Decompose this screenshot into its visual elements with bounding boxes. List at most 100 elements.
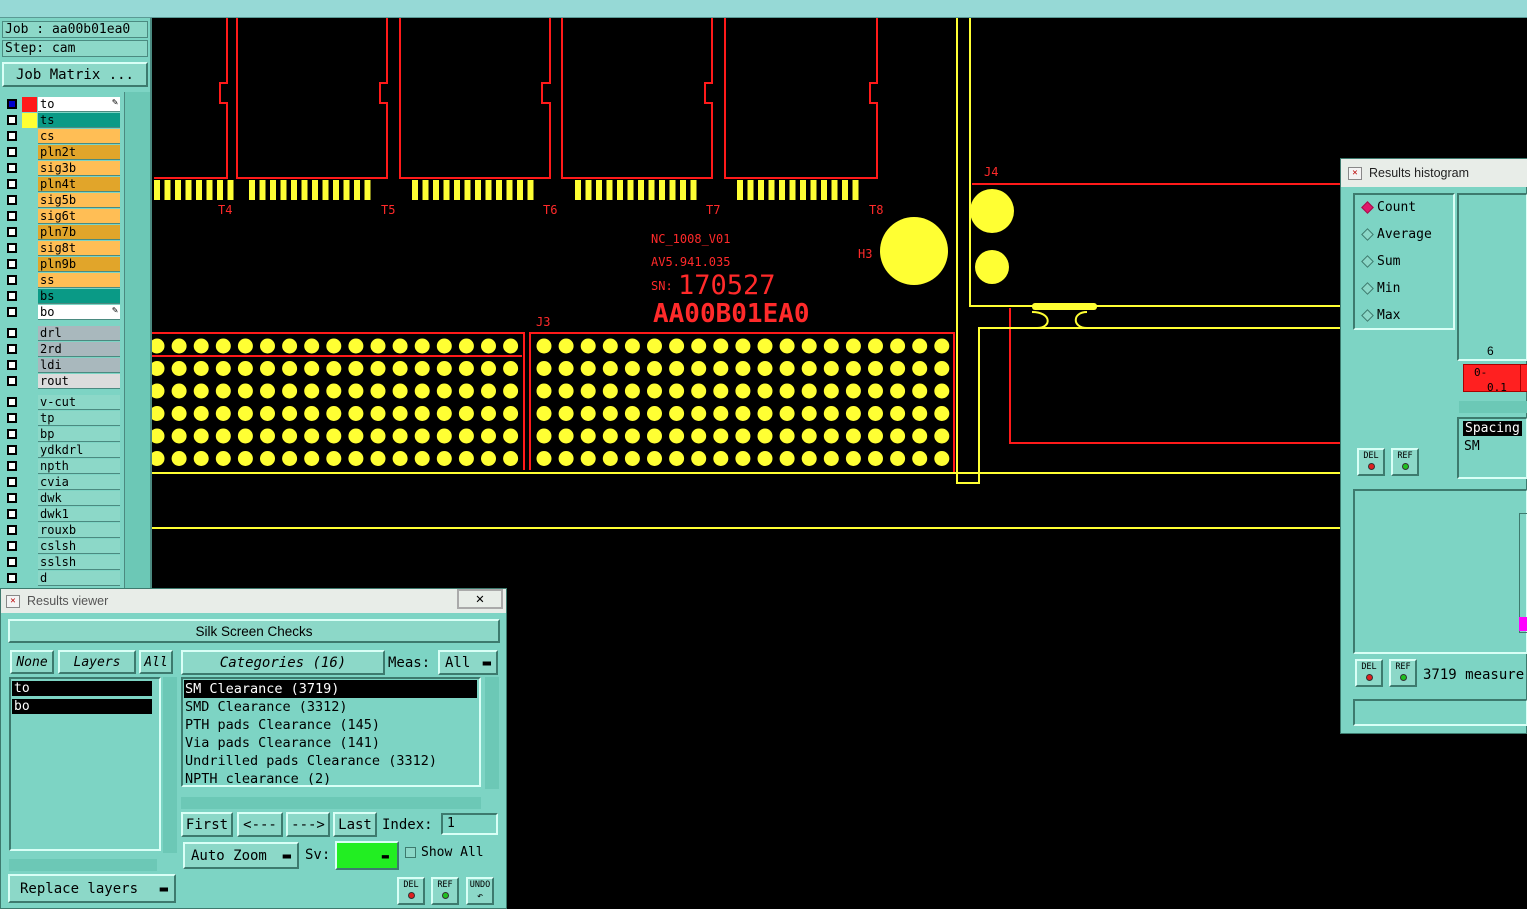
replace-layers-dropdown[interactable]: Replace layers ▬ <box>8 874 176 903</box>
category-list-scrollbar[interactable] <box>485 677 499 789</box>
affected-indicator[interactable] <box>22 491 37 506</box>
affected-indicator[interactable] <box>22 177 37 192</box>
layer-checkbox[interactable] <box>7 344 17 354</box>
affected-indicator[interactable] <box>22 374 37 389</box>
layer-row-sig8t[interactable]: sig8t <box>4 241 122 256</box>
layer-name[interactable]: pln7b <box>38 225 120 240</box>
layer-name[interactable]: bp <box>38 427 120 442</box>
sv-color-dropdown[interactable]: ▬ <box>335 841 399 870</box>
layer-checkbox[interactable] <box>7 376 17 386</box>
stat-option-max[interactable]: Max <box>1361 308 1400 323</box>
layer-name[interactable]: bo <box>38 305 120 320</box>
stat-option-sum[interactable]: Sum <box>1361 254 1400 269</box>
zoom-dropdown[interactable]: Auto Zoom ▬ <box>183 842 299 869</box>
affected-indicator[interactable] <box>22 326 37 341</box>
layer-row-pln4t[interactable]: pln4t <box>4 177 122 192</box>
layer-checkbox[interactable] <box>7 360 17 370</box>
close-icon[interactable]: ✕ <box>457 589 503 609</box>
layer-name[interactable]: bs <box>38 289 120 304</box>
layer-name[interactable]: sig3b <box>38 161 120 176</box>
layer-checkbox[interactable] <box>7 328 17 338</box>
last-button[interactable]: Last <box>333 812 377 837</box>
layer-row-dwk[interactable]: dwk <box>4 491 122 506</box>
layer-row-d[interactable]: d <box>4 571 122 586</box>
show-all-checkbox[interactable] <box>405 847 416 858</box>
layer-row-rout[interactable]: rout <box>4 374 122 389</box>
stat-option-min[interactable]: Min <box>1361 281 1400 296</box>
layer-name[interactable]: rouxb <box>38 523 120 538</box>
stat-option-count[interactable]: Count <box>1361 200 1416 215</box>
layer-row-bp[interactable]: bp <box>4 427 122 442</box>
layer-name[interactable]: pln2t <box>38 145 120 160</box>
layer-row-npth[interactable]: npth <box>4 459 122 474</box>
category-item[interactable]: Undrilled pads Clearance (3312) <box>184 752 478 770</box>
histogram-titlebar[interactable]: Results histogram <box>1341 159 1527 187</box>
layer-name[interactable]: rout <box>38 374 120 389</box>
layer-row-pln2t[interactable]: pln2t <box>4 145 122 160</box>
layer-row-ss[interactable]: ss <box>4 273 122 288</box>
layer-name[interactable]: sig8t <box>38 241 120 256</box>
ref-button[interactable]: REF <box>431 877 459 905</box>
layer-checkbox[interactable] <box>7 525 17 535</box>
layer-name[interactable]: ss <box>38 273 120 288</box>
layer-list-hscrollbar[interactable] <box>9 859 157 871</box>
layer-checkbox[interactable] <box>7 131 17 141</box>
layer-name[interactable]: drl <box>38 326 120 341</box>
del-button-2[interactable]: DEL <box>1355 659 1383 687</box>
affected-indicator[interactable] <box>22 145 37 160</box>
layer-name[interactable]: dwk1 <box>38 507 120 522</box>
layer-row-dwk1[interactable]: dwk1 <box>4 507 122 522</box>
layer-name[interactable]: v-cut <box>38 395 120 410</box>
measure-list[interactable] <box>1353 489 1527 654</box>
layer-list-scrollbar[interactable] <box>163 677 177 853</box>
layer-name[interactable]: to <box>38 97 120 112</box>
job-matrix-button[interactable]: Job Matrix ... <box>2 62 148 87</box>
affected-indicator[interactable] <box>22 257 37 272</box>
layer-row-pln9b[interactable]: pln9b <box>4 257 122 272</box>
layer-row-tp[interactable]: tp <box>4 411 122 426</box>
none-button[interactable]: None <box>10 650 54 674</box>
layers-button[interactable]: Layers <box>58 650 136 674</box>
layer-checkbox[interactable] <box>7 163 17 173</box>
affected-indicator[interactable] <box>22 289 37 304</box>
layer-checkbox[interactable] <box>7 477 17 487</box>
layer-name[interactable]: cs <box>38 129 120 144</box>
next-button[interactable]: ---> <box>286 812 330 837</box>
affected-indicator[interactable] <box>22 475 37 490</box>
measure-list-item[interactable] <box>1519 513 1527 633</box>
affected-indicator[interactable] <box>22 523 37 538</box>
category-item[interactable]: PTH pads Clearance (145) <box>184 716 478 734</box>
affected-indicator[interactable] <box>22 358 37 373</box>
layer-name[interactable]: pln4t <box>38 177 120 192</box>
layer-name[interactable]: dwk <box>38 491 120 506</box>
layer-name[interactable]: ydkdrl <box>38 443 120 458</box>
layer-name[interactable]: ts <box>38 113 120 128</box>
layer-row-bs[interactable]: bs <box>4 289 122 304</box>
del-button[interactable]: DEL <box>397 877 425 905</box>
layer-checkbox[interactable] <box>7 147 17 157</box>
layer-row-to[interactable]: to ✎ <box>4 97 122 112</box>
affected-indicator[interactable] <box>22 443 37 458</box>
layer-checkbox[interactable] <box>7 573 17 583</box>
layer-checkbox[interactable] <box>7 99 17 109</box>
layer-row-sig3b[interactable]: sig3b <box>4 161 122 176</box>
layer-checkbox[interactable] <box>7 243 17 253</box>
ref-button[interactable]: REF <box>1391 448 1419 476</box>
layer-checkbox[interactable] <box>7 115 17 125</box>
all-button[interactable]: All <box>139 650 173 674</box>
layer-row-ldi[interactable]: ldi <box>4 358 122 373</box>
affected-indicator[interactable] <box>22 193 37 208</box>
index-input[interactable]: 1 <box>441 813 498 835</box>
layer-name[interactable]: npth <box>38 459 120 474</box>
layer-row-pln7b[interactable]: pln7b <box>4 225 122 240</box>
prev-button[interactable]: <--- <box>237 812 283 837</box>
layer-name[interactable]: sslsh <box>38 555 120 570</box>
category-item[interactable]: Via pads Clearance (141) <box>184 734 478 752</box>
layer-row-ydkdrl[interactable]: ydkdrl <box>4 443 122 458</box>
ref-button-2[interactable]: REF <box>1389 659 1417 687</box>
layer-row-ts[interactable]: ts <box>4 113 122 128</box>
layer-name[interactable]: sig6t <box>38 209 120 224</box>
layer-list-item[interactable]: to <box>12 681 152 696</box>
categories-button[interactable]: Categories (16) <box>181 650 385 675</box>
affected-indicator[interactable] <box>22 427 37 442</box>
